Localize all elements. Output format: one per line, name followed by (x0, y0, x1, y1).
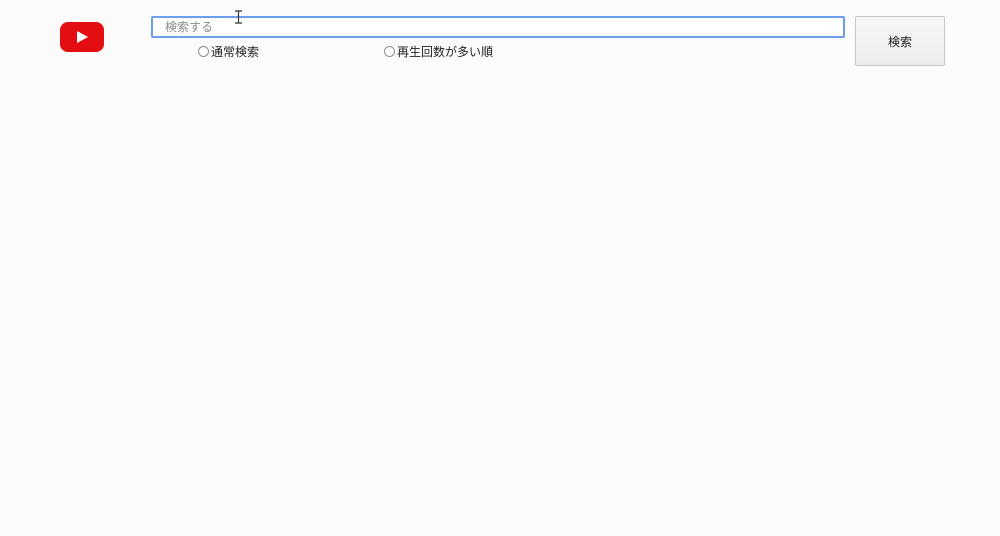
search-button[interactable]: 検索 (855, 16, 945, 66)
play-icon (77, 31, 88, 43)
radio-button[interactable] (384, 45, 395, 57)
page: 通常検索 再生回数が多い順 検索 (0, 0, 1000, 536)
radio-label: 再生回数が多い順 (397, 44, 494, 59)
radio-most-viewed[interactable]: 再生回数が多い順 (384, 44, 494, 59)
radio-label: 通常検索 (211, 44, 260, 59)
youtube-logo[interactable] (60, 22, 104, 52)
radio-normal-search[interactable]: 通常検索 (198, 44, 260, 59)
search-input[interactable] (151, 16, 845, 38)
radio-button[interactable] (198, 45, 209, 57)
text-cursor-icon (235, 10, 242, 24)
